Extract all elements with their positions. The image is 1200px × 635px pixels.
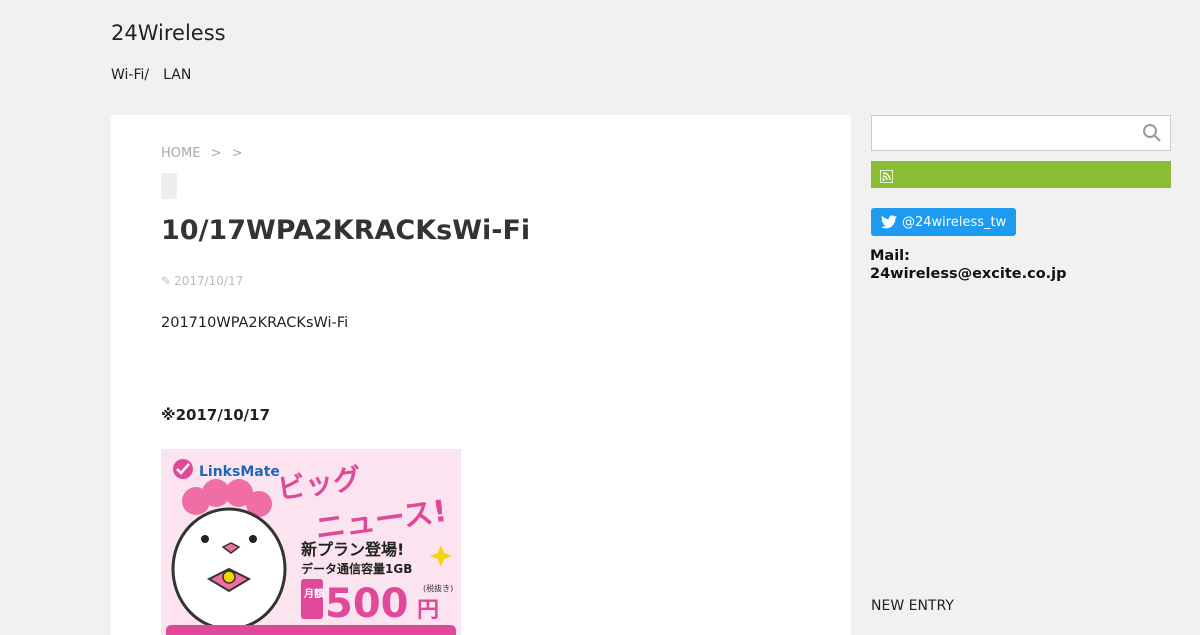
entry-title[interactable]: 10/17WPA2KRACKsWi-Fi (161, 215, 530, 246)
category-tag[interactable] (161, 173, 177, 199)
contact-mail: Mail: 24wireless@excite.co.jp (870, 247, 1067, 283)
twitter-follow-button[interactable]: @24wireless_tw (871, 208, 1016, 236)
site-title[interactable]: 24Wireless (111, 21, 226, 45)
entry-date-text: 2017/10/17 (174, 274, 244, 288)
pencil-icon: ✎ (161, 274, 172, 288)
linksmate-banner-image[interactable]: LinksMate ビッグ ニュース! 新プラン登場! データ通信容量1GB 月… (161, 449, 461, 635)
banner-monthly: 月額 (303, 587, 324, 600)
site-description: Wi-Fi/ LAN (111, 67, 192, 83)
rss-subscribe-bar[interactable] (871, 161, 1171, 188)
search-input[interactable] (872, 116, 1138, 148)
entry-body-text: 201710WPA2KRACKsWi-Fi (161, 315, 349, 331)
mail-address[interactable]: 24wireless@excite.co.jp (870, 265, 1067, 283)
banner-tax: (税抜き) (423, 583, 453, 593)
chicken-mascot-icon (171, 479, 287, 631)
new-entry-heading: NEW ENTRY (871, 598, 954, 614)
entry-note: ※2017/10/17 (161, 406, 271, 424)
search-icon[interactable] (1142, 123, 1162, 143)
banner-price: 500 (325, 581, 409, 627)
banner-yen: 円 (417, 598, 439, 623)
linksmate-logo-icon (173, 459, 193, 479)
breadcrumb-separator: > (210, 146, 222, 161)
twitter-handle: @24wireless_tw (902, 214, 1007, 230)
banner-brand: LinksMate (199, 464, 280, 480)
sidebar-search (871, 115, 1171, 151)
breadcrumb: HOME > > (161, 146, 249, 161)
banner-sub-2: データ通信容量1GB (301, 561, 412, 576)
entry-date: ✎ 2017/10/17 (161, 274, 243, 288)
mail-label: Mail: (870, 248, 910, 264)
banner-sub-1: 新プラン登場! (301, 540, 404, 559)
breadcrumb-separator: > (231, 146, 243, 161)
main-content: HOME > > 10/17WPA2KRACKsWi-Fi ✎ 2017/10/1… (111, 115, 851, 635)
twitter-bird-icon (881, 215, 897, 229)
breadcrumb-home-link[interactable]: HOME (161, 146, 200, 161)
rss-icon (879, 168, 894, 187)
